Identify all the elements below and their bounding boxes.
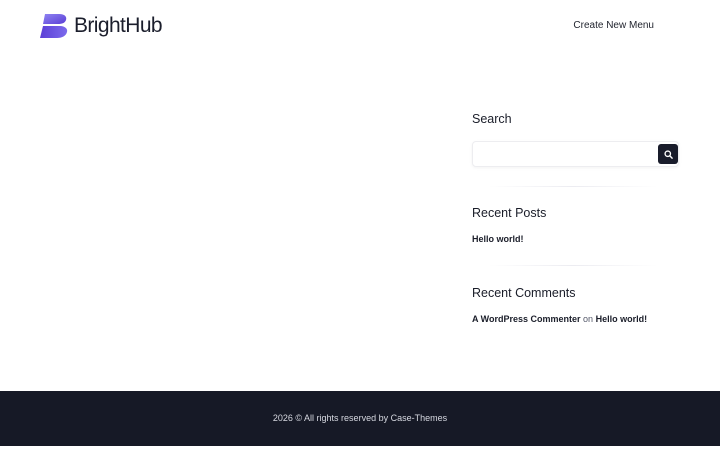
search-button[interactable] [658, 144, 678, 164]
recent-comment-item: A WordPress Commenter on Hello world! [472, 313, 680, 326]
comment-post-link[interactable]: Hello world! [596, 314, 648, 324]
search-icon [663, 149, 673, 159]
search-input[interactable] [472, 141, 679, 167]
recent-comments-title: Recent Comments [472, 286, 576, 300]
widget-divider [488, 265, 658, 266]
brighthub-logo-icon [40, 14, 68, 38]
recent-posts-widget: Recent Posts Hello world! [472, 204, 680, 247]
site-logo[interactable]: BrightHub [39, 13, 163, 39]
nav-create-new-menu[interactable]: Create New Menu [573, 19, 654, 33]
site-footer: 2026 © All rights reserved by Case-Theme… [0, 391, 720, 446]
search-widget-title: Search [472, 112, 512, 126]
comment-author-link[interactable]: A WordPress Commenter [472, 314, 581, 324]
site-header: BrightHub Create New Menu [0, 0, 720, 54]
comment-connector: on [583, 314, 594, 324]
sidebar: Search Recent Posts Hello world! Recent … [472, 110, 680, 326]
search-form [472, 141, 679, 167]
logo-text: BrightHub [74, 14, 163, 37]
footer-copyright: 2026 © All rights reserved by Case-Theme… [272, 413, 448, 423]
recent-comments-widget: Recent Comments A WordPress Commenter on… [472, 284, 680, 326]
bottom-strip [0, 446, 720, 450]
search-widget: Search [472, 110, 680, 167]
widget-divider [488, 186, 658, 187]
recent-post-link[interactable]: Hello world! [472, 233, 524, 246]
recent-posts-title: Recent Posts [472, 206, 547, 220]
